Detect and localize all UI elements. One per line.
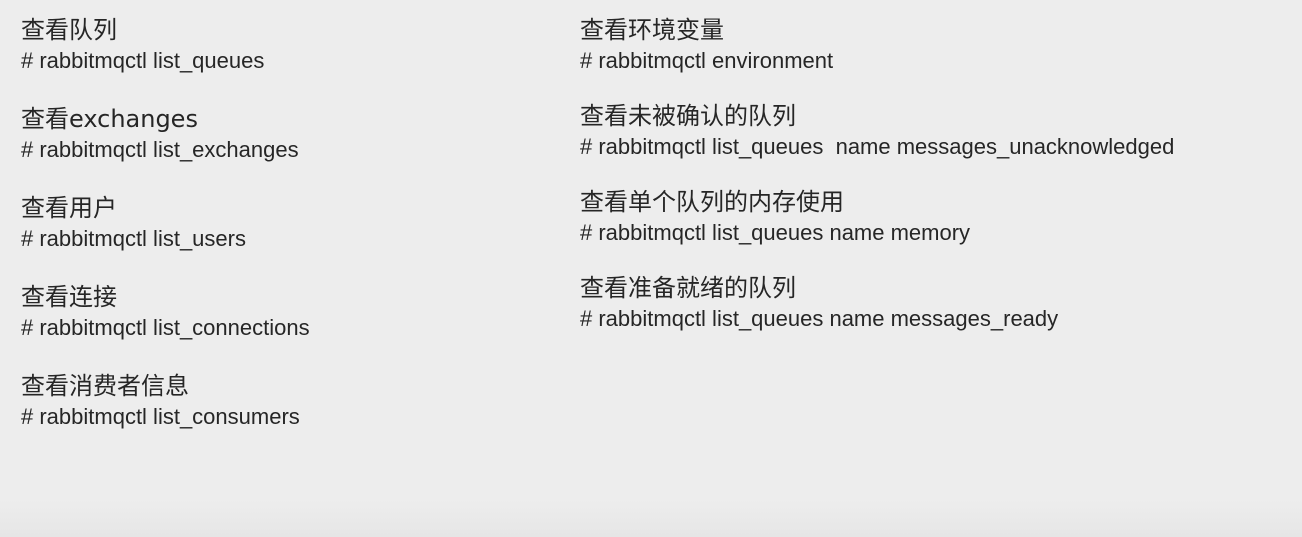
- entry-unacknowledged-queues: 查看未被确认的队列 # rabbitmqctl list_queues name…: [580, 100, 1174, 162]
- entry-ready-queues: 查看准备就绪的队列 # rabbitmqctl list_queues name…: [580, 272, 1174, 334]
- entry-list-users: 查看用户 # rabbitmqctl list_users: [21, 192, 310, 254]
- entry-command: # rabbitmqctl list_queues name messages_…: [580, 134, 1175, 159]
- entry-command: # rabbitmqctl list_queues name memory: [580, 220, 971, 245]
- entry-title: 查看准备就绪的队列: [580, 274, 796, 302]
- entry-title: 查看用户: [21, 194, 117, 222]
- entry-list-consumers: 查看消费者信息 # rabbitmqctl list_consumers: [21, 370, 310, 432]
- entry-queue-memory: 查看单个队列的内存使用 # rabbitmqctl list_queues na…: [580, 186, 1174, 248]
- entry-title: 查看单个队列的内存使用: [580, 188, 844, 216]
- entry-title: 查看连接: [21, 283, 117, 311]
- right-command-column: 查看环境变量 # rabbitmqctl environment 查看未被确认的…: [580, 14, 1174, 358]
- left-command-column: 查看队列 # rabbitmqctl list_queues 查看exchang…: [21, 14, 310, 459]
- entry-title: 查看消费者信息: [21, 372, 189, 400]
- entry-environment: 查看环境变量 # rabbitmqctl environment: [580, 14, 1174, 76]
- entry-title: 查看exchanges: [21, 105, 198, 133]
- entry-list-connections: 查看连接 # rabbitmqctl list_connections: [21, 281, 310, 343]
- entry-title: 查看环境变量: [580, 16, 724, 44]
- entry-command: # rabbitmqctl list_consumers: [21, 404, 300, 429]
- entry-list-queues: 查看队列 # rabbitmqctl list_queues: [21, 14, 310, 76]
- entry-command: # rabbitmqctl list_users: [21, 226, 246, 251]
- entry-title: 查看未被确认的队列: [580, 102, 796, 130]
- slide-canvas: { "left_column": [ {"title": "查看队列", "co…: [0, 0, 1302, 537]
- entry-title: 查看队列: [21, 16, 117, 44]
- entry-command: # rabbitmqctl list_connections: [21, 315, 310, 340]
- entry-command: # rabbitmqctl list_exchanges: [21, 137, 299, 162]
- entry-command: # rabbitmqctl list_queues name messages_…: [580, 306, 1059, 331]
- entry-command: # rabbitmqctl environment: [580, 48, 834, 73]
- entry-command: # rabbitmqctl list_queues: [21, 48, 265, 73]
- entry-list-exchanges: 查看exchanges # rabbitmqctl list_exchanges: [21, 103, 310, 165]
